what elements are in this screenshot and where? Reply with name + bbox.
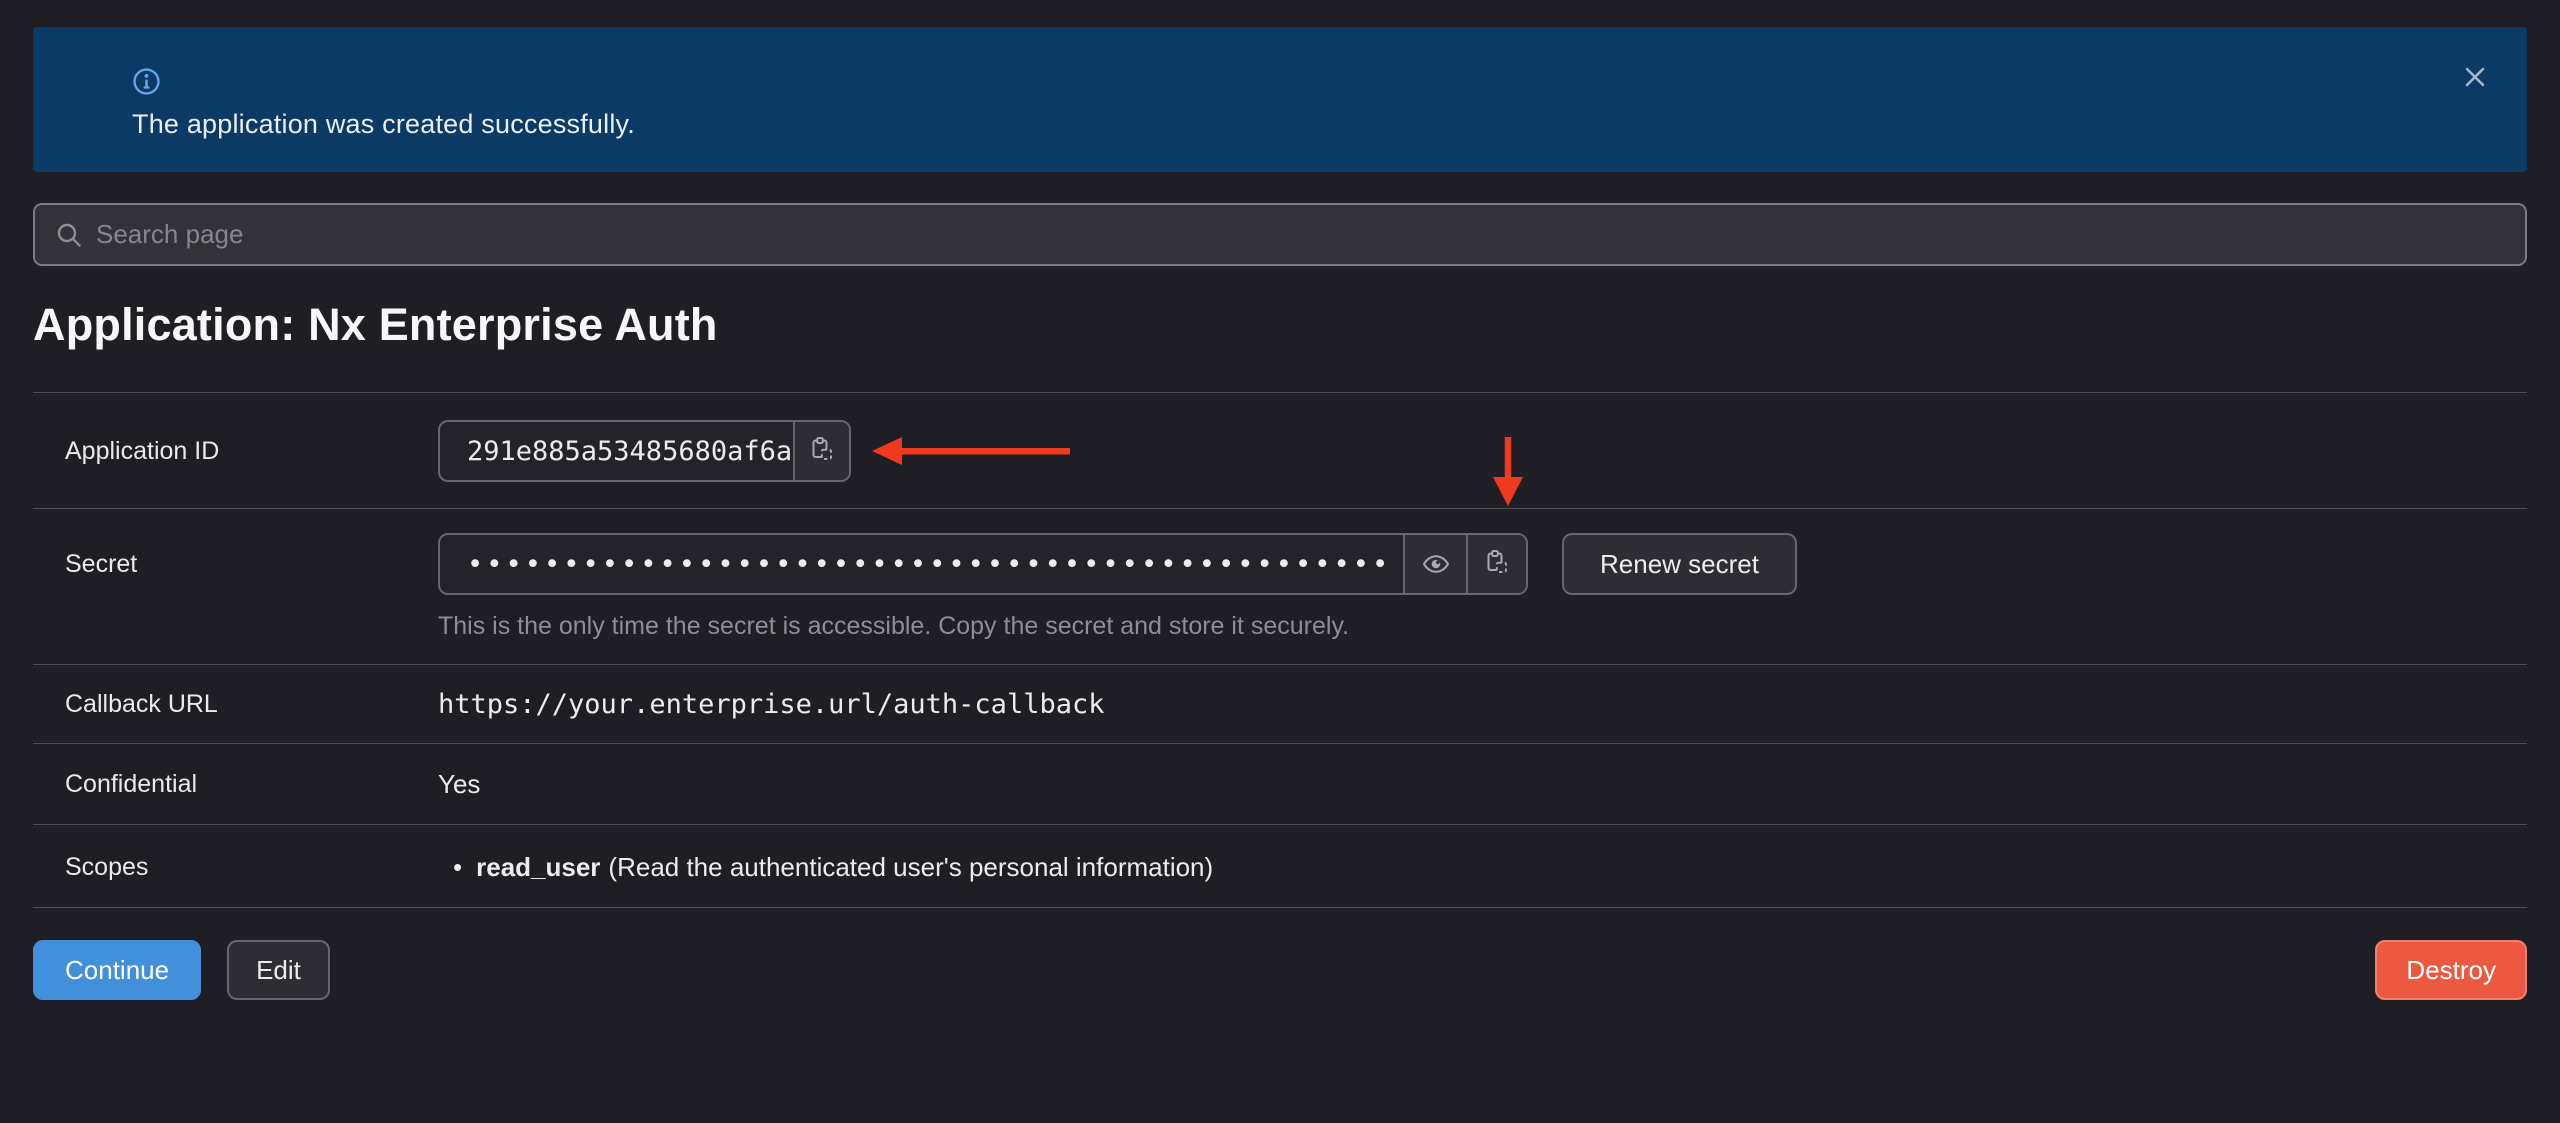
secret-helper-text: This is the only time the secret is acce… <box>438 613 1797 639</box>
scopes-list-item: • read_user (Read the authenticated user'… <box>438 852 1213 882</box>
edit-button[interactable]: Edit <box>227 940 330 1000</box>
callback-url-value: https://your.enterprise.url/auth-callbac… <box>438 690 1104 719</box>
search-input[interactable] <box>96 219 2505 250</box>
application-details-page: { "banner": { "message": "The applicatio… <box>0 27 2560 1123</box>
secret-masked-input[interactable] <box>440 535 1403 593</box>
secret-input-group <box>438 533 1528 595</box>
annotation-arrow-left-icon <box>872 435 1072 467</box>
confidential-label: Confidential <box>65 770 438 799</box>
secret-reveal-button[interactable] <box>1403 535 1466 593</box>
destroy-button[interactable]: Destroy <box>2375 940 2527 1000</box>
info-icon <box>132 67 161 96</box>
application-id-label: Application ID <box>65 420 438 482</box>
row-application-id: Application ID <box>33 392 2527 508</box>
action-buttons: Continue Edit Destroy <box>33 940 2527 1000</box>
search-bar <box>33 203 2527 266</box>
application-id-input[interactable] <box>440 422 793 480</box>
application-id-value-area <box>438 420 1072 482</box>
secret-value-area: Renew secret This is the only time the s… <box>438 533 1797 639</box>
copy-icon <box>807 436 837 466</box>
row-confidential: Confidential Yes <box>33 743 2527 824</box>
confidential-value: Yes <box>438 770 480 799</box>
scope-bullet: • <box>453 852 462 882</box>
renew-secret-button[interactable]: Renew secret <box>1562 533 1797 595</box>
scope-description: (Read the authenticated user's personal … <box>608 852 1213 882</box>
scope-name: read_user <box>476 852 600 882</box>
copy-icon <box>1482 549 1512 579</box>
banner-message: The application was created successfully… <box>132 109 2437 140</box>
secret-label: Secret <box>65 533 438 595</box>
row-secret: Secret <box>33 508 2527 664</box>
callback-url-label: Callback URL <box>65 690 438 719</box>
close-icon <box>2460 62 2490 92</box>
scopes-label: Scopes <box>65 852 438 882</box>
banner-close-button[interactable] <box>2457 59 2493 95</box>
eye-icon <box>1421 549 1451 579</box>
application-id-input-group <box>438 420 851 482</box>
secret-copy-button[interactable] <box>1466 535 1526 593</box>
search-icon <box>55 221 83 249</box>
continue-button[interactable]: Continue <box>33 940 201 1000</box>
annotation-arrow-down-icon <box>1485 437 1531 507</box>
success-banner: The application was created successfully… <box>33 27 2527 172</box>
row-scopes: Scopes • read_user (Read the authenticate… <box>33 824 2527 908</box>
row-callback-url: Callback URL https://your.enterprise.url… <box>33 664 2527 743</box>
page-title: Application: Nx Enterprise Auth <box>33 296 2527 354</box>
application-details-table: Application ID Sec <box>33 392 2527 908</box>
application-id-copy-button[interactable] <box>793 422 849 480</box>
